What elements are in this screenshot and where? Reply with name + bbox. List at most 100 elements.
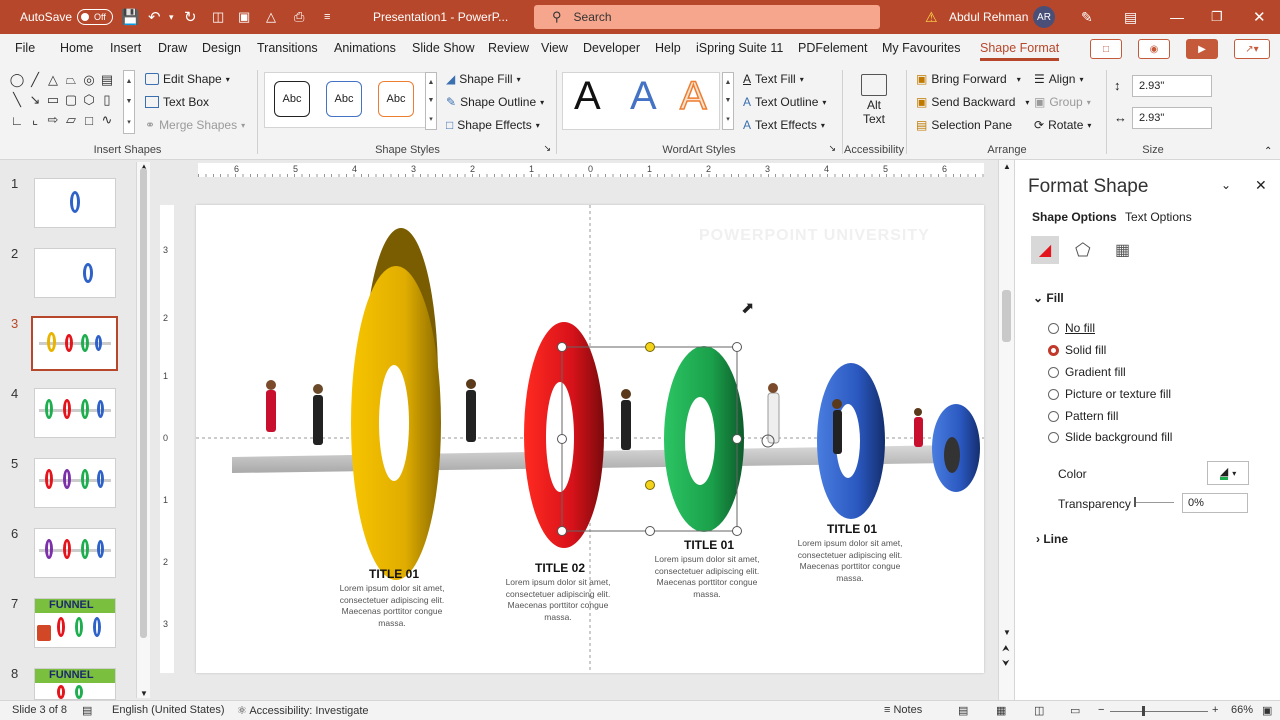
tab-review[interactable]: Review: [488, 41, 529, 55]
slideshow-view-icon[interactable]: ▭: [1070, 704, 1080, 717]
wordart-scroll[interactable]: ▲ ▼ ▾: [722, 72, 734, 130]
tab-shape-format[interactable]: Shape Format: [980, 41, 1060, 61]
undo-icon[interactable]: ↶: [148, 0, 161, 34]
group-button[interactable]: ▣ Group ▾: [1034, 95, 1091, 109]
oval-shape-icon[interactable]: ◯: [8, 70, 26, 90]
save-icon[interactable]: 💾: [121, 0, 140, 34]
close-icon[interactable]: ✕: [1253, 0, 1266, 34]
record-icon[interactable]: ◉: [1138, 39, 1170, 59]
language-status[interactable]: English (United States): [112, 704, 225, 716]
transparency-slider[interactable]: [1134, 497, 1174, 507]
item-caption-1[interactable]: Lorem ipsum dolor sit amet, consectetuer…: [332, 583, 452, 629]
shape-effects-button[interactable]: □ Shape Effects ▾: [446, 118, 540, 132]
slide-thumbnail-6[interactable]: [34, 528, 116, 578]
present-teams-icon[interactable]: ▶: [1186, 39, 1218, 59]
connector-icon[interactable]: ∟: [8, 110, 26, 130]
edit-shape-button[interactable]: Edit Shape ▾: [145, 72, 230, 86]
thumbnails-scrollbar[interactable]: ▲ ▼: [136, 162, 150, 698]
rotate-button[interactable]: ⟳ Rotate ▾: [1034, 118, 1091, 132]
zoom-in-icon[interactable]: +: [1212, 704, 1218, 716]
wordart-blue[interactable]: A: [630, 74, 657, 119]
text-box-button[interactable]: Text Box: [145, 95, 209, 109]
style-black-outline[interactable]: Abc: [274, 81, 310, 117]
pen-icon[interactable]: ✎: [1081, 0, 1093, 34]
spellcheck-icon[interactable]: ▤: [82, 704, 92, 717]
avatar[interactable]: AR: [1033, 6, 1055, 28]
item-caption-4[interactable]: Lorem ipsum dolor sit amet, consectetuer…: [790, 538, 910, 584]
tab-help[interactable]: Help: [655, 41, 681, 55]
shape-fill-button[interactable]: ◢ Shape Fill ▾: [446, 72, 521, 86]
autosave-switch[interactable]: Off: [77, 9, 114, 25]
slide-canvas[interactable]: POWERPOINT UNIVERSITY TITLE 01 Lorem ips…: [196, 205, 984, 673]
rounded-rect-icon[interactable]: ▢: [62, 90, 80, 110]
effects-pentagon-icon[interactable]: ⬠: [1075, 240, 1091, 261]
selection-pane-button[interactable]: ▤ Selection Pane: [916, 118, 1012, 132]
radio-no-fill[interactable]: No fill: [1048, 321, 1095, 335]
arrow-line-icon[interactable]: ↘: [26, 90, 44, 110]
tab-my-favourites[interactable]: My Favourites: [882, 41, 961, 55]
pane-options-chevron-icon[interactable]: ⌄: [1221, 178, 1231, 192]
item-caption-3[interactable]: Lorem ipsum dolor sit amet, consectetuer…: [647, 554, 767, 600]
merge-shapes-button[interactable]: ⚭ Merge Shapes ▾: [145, 118, 245, 132]
shape-styles-launcher-icon[interactable]: ↘: [543, 143, 551, 154]
previous-slide-icon[interactable]: ⮝: [1002, 643, 1010, 654]
tab-slide-show[interactable]: Slide Show: [412, 41, 475, 55]
search-box[interactable]: ⚲ Search: [534, 5, 880, 29]
style-blue-outline[interactable]: Abc: [326, 81, 362, 117]
slide-thumbnail-7[interactable]: FUNNEL: [34, 598, 116, 648]
zoom-out-icon[interactable]: −: [1098, 704, 1104, 716]
warning-icon[interactable]: ⚠: [925, 0, 938, 34]
bring-forward-button[interactable]: ▣ Bring Forward ▾: [916, 72, 1021, 86]
send-backward-button[interactable]: ▣ Send Backward ▾: [916, 95, 1029, 109]
fill-line-icon[interactable]: ◢: [1031, 236, 1059, 264]
callout-icon[interactable]: □: [80, 110, 98, 130]
tab-text-options[interactable]: Text Options: [1125, 210, 1192, 224]
text-effects-button[interactable]: A Text Effects ▾: [743, 118, 825, 132]
pane-close-icon[interactable]: ✕: [1255, 177, 1267, 194]
collapse-ribbon-icon[interactable]: ⌃: [1264, 146, 1272, 157]
redo-icon[interactable]: ↻: [184, 0, 197, 34]
vertical-text-icon[interactable]: ▯: [98, 90, 116, 110]
textbox-shape-icon[interactable]: ▤: [98, 70, 116, 90]
radio-picture-fill[interactable]: Picture or texture fill: [1048, 387, 1171, 401]
next-slide-icon[interactable]: ⮟: [1002, 658, 1010, 669]
tab-transitions[interactable]: Transitions: [257, 41, 318, 55]
shapes-gallery-scroll[interactable]: ▲ ▼ ▾: [123, 70, 135, 134]
shape-width-input[interactable]: 2.93": [1132, 107, 1212, 129]
thumbnails-scroll-thumb[interactable]: [140, 168, 147, 638]
elbow-connector-icon[interactable]: ⌞: [26, 110, 44, 130]
tab-draw[interactable]: Draw: [158, 41, 187, 55]
right-arrow-icon[interactable]: ⇨: [44, 110, 62, 130]
minimize-icon[interactable]: —: [1170, 0, 1184, 34]
size-properties-icon[interactable]: ▦: [1115, 240, 1130, 260]
shape-styles-scroll[interactable]: ▲ ▼ ▾: [425, 72, 437, 130]
tab-animations[interactable]: Animations: [334, 41, 396, 55]
radio-solid-fill[interactable]: Solid fill: [1048, 343, 1106, 357]
slide-sorter-icon[interactable]: ▦: [996, 704, 1006, 717]
slide-thumbnail-3[interactable]: [31, 316, 118, 371]
diagonal-line-icon[interactable]: ╲: [8, 90, 26, 110]
text-outline-button[interactable]: A Text Outline ▾: [743, 95, 826, 109]
style-orange-outline[interactable]: Abc: [378, 81, 414, 117]
customize-qat-icon[interactable]: ≡: [324, 0, 330, 34]
align-button[interactable]: ☰ Align ▾: [1034, 72, 1083, 86]
tab-home[interactable]: Home: [60, 41, 93, 55]
notes-button[interactable]: ≡ Notes: [884, 704, 922, 716]
alt-text-button[interactable]: Alt Text: [843, 70, 905, 134]
line-section-header[interactable]: › Line: [1036, 532, 1068, 546]
accessibility-status[interactable]: ⚛ Accessibility: Investigate: [237, 704, 369, 717]
slide-thumbnail-2[interactable]: [34, 248, 116, 298]
flowchart-icon[interactable]: ▱: [62, 110, 80, 130]
ribbon-display-icon[interactable]: ▤: [1124, 0, 1137, 34]
triangle-shape-icon[interactable]: △: [44, 70, 62, 90]
undo-dropdown-icon[interactable]: ▾: [169, 0, 174, 34]
circle-target-icon[interactable]: ◎: [80, 70, 98, 90]
radio-pattern-fill[interactable]: Pattern fill: [1048, 409, 1118, 423]
item-title-1[interactable]: TITLE 01: [336, 567, 452, 581]
wordart-launcher-icon[interactable]: ↘: [828, 143, 836, 154]
item-caption-2[interactable]: Lorem ipsum dolor sit amet, consectetuer…: [498, 577, 618, 623]
rectangle-shape-icon[interactable]: ▭: [44, 90, 62, 110]
shape-outline-button[interactable]: ✎ Shape Outline ▾: [446, 95, 544, 109]
trapezoid-shape-icon[interactable]: ⏢: [62, 70, 80, 90]
radio-slide-background-fill[interactable]: Slide background fill: [1048, 430, 1172, 444]
